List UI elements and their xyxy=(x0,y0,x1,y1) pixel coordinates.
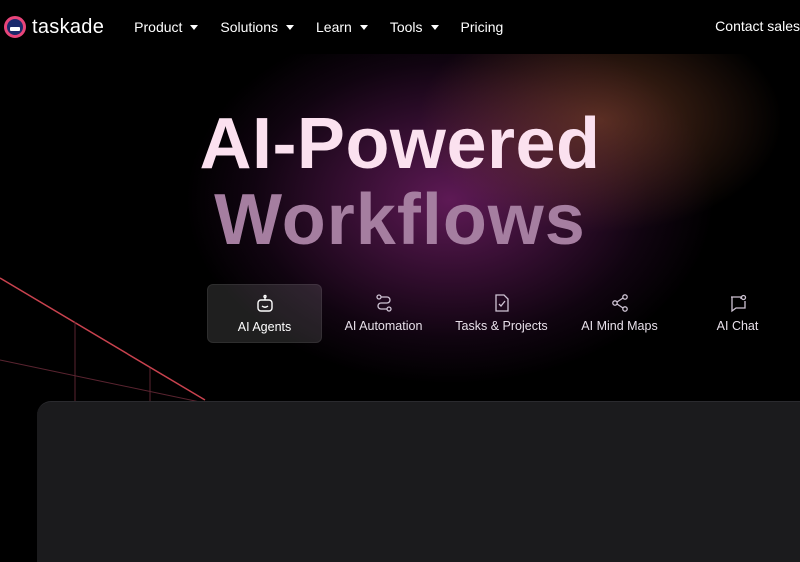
chevron-down-icon xyxy=(286,24,294,30)
nav-item-learn[interactable]: Learn xyxy=(316,19,368,35)
chevron-down-icon xyxy=(430,24,439,30)
nav-item-label: Tools xyxy=(389,19,423,35)
nav-item-label: Learn xyxy=(316,19,352,35)
tab-label: Tasks & Projects xyxy=(455,318,548,333)
robot-icon xyxy=(256,294,273,312)
nav-item-pricing[interactable]: Pricing xyxy=(461,19,504,35)
contact-sales-link[interactable]: Contact sales xyxy=(715,18,800,34)
top-navigation: taskade Product Solutions Learn Tools Pr… xyxy=(0,0,800,54)
automation-icon xyxy=(375,293,392,312)
tab-ai-agents[interactable]: AI Agents xyxy=(207,284,322,343)
nav-item-label: Pricing xyxy=(460,19,504,35)
brand-name: taskade xyxy=(32,15,105,38)
nav-item-solutions[interactable]: Solutions xyxy=(220,19,294,35)
nav-item-tools[interactable]: Tools xyxy=(390,19,439,35)
taskade-logo-icon xyxy=(4,16,26,38)
tab-ai-automation[interactable]: AI Automation xyxy=(327,284,440,341)
nav-item-label: Solutions xyxy=(220,19,278,35)
decorative-railing xyxy=(0,277,206,410)
preview-panel xyxy=(37,401,800,562)
task-edit-icon xyxy=(494,293,509,312)
hero-headline-line-2: Workflows xyxy=(214,180,586,260)
tab-ai-chat[interactable]: AI Chat xyxy=(681,284,794,341)
nav-item-label: Product xyxy=(134,19,183,35)
tab-label: AI Automation xyxy=(344,318,423,333)
nav-item-product[interactable]: Product xyxy=(134,19,199,35)
share-nodes-icon xyxy=(611,293,628,312)
hero-headline-line-1: AI-Powered xyxy=(199,104,601,184)
tab-label: AI Agents xyxy=(237,319,292,334)
feature-tabs: AI Agents AI Automation Tasks & Projects… xyxy=(207,284,799,343)
tab-label: AI Mind Maps xyxy=(581,318,658,333)
tab-ai-mind-maps[interactable]: AI Mind Maps xyxy=(563,284,676,341)
tab-tasks-projects[interactable]: Tasks & Projects xyxy=(445,284,558,341)
brand-logo[interactable]: taskade xyxy=(4,16,104,39)
chat-icon xyxy=(730,294,746,312)
chevron-down-icon xyxy=(190,24,199,30)
chevron-down-icon xyxy=(359,24,368,30)
tab-label: AI Chat xyxy=(716,318,759,333)
nav-menu: Product Solutions Learn Tools Pricing xyxy=(134,19,525,35)
